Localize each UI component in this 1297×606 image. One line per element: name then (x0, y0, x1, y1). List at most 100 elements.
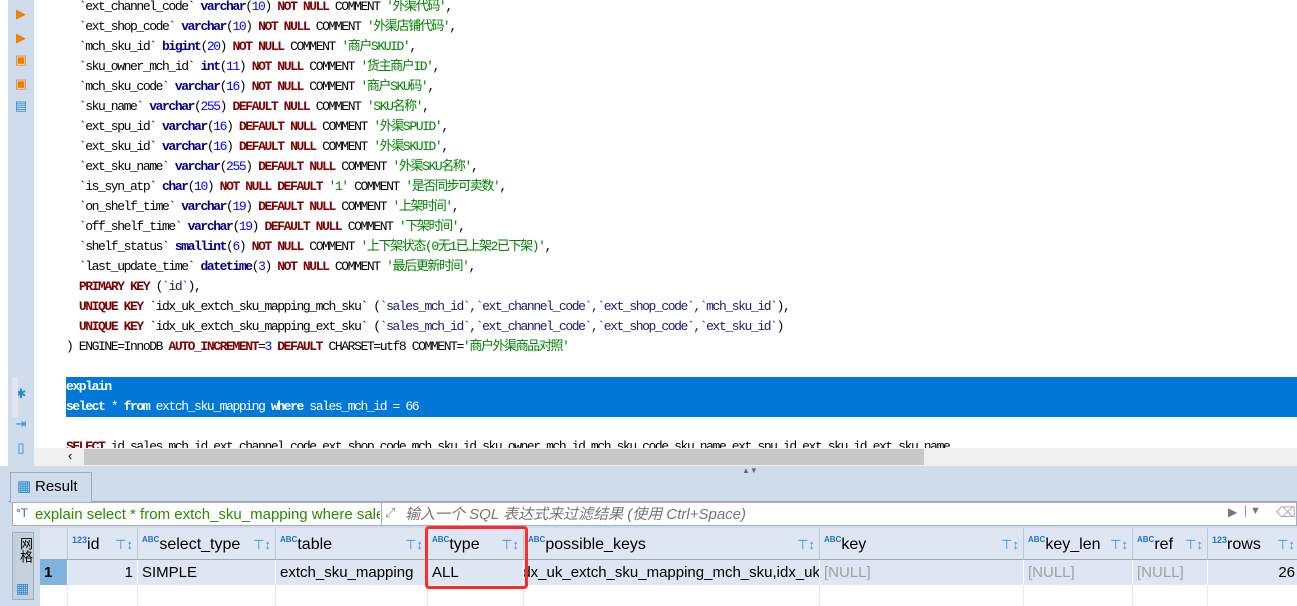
code-token: ) (226, 139, 239, 154)
code-line: ) ENGINE=InnoDB AUTO_INCREMENT=3 DEFAULT… (66, 337, 570, 357)
code-token: SELECT (66, 439, 106, 448)
scroll-left-icon[interactable]: ‹ (68, 448, 72, 463)
execute-script-icon[interactable]: ▣ (13, 52, 29, 68)
code-token: * (104, 399, 124, 414)
text-type-icon: ABC (1137, 535, 1155, 544)
tab-label: Result (35, 478, 78, 495)
code-token: '商户外渠商品对照' (462, 339, 570, 354)
code-token: `sales_mch_id`,`ext_channel_code`,`ext_s… (379, 319, 778, 334)
code-token: ) (219, 99, 233, 114)
code-token: , (468, 259, 477, 274)
column-header-key-len[interactable]: ABCkey_len ⊤↕ (1024, 528, 1133, 560)
code-token: `sku_name` (66, 99, 150, 114)
empty-cell (68, 585, 138, 606)
grid-view-toggle[interactable]: 网格 ▦ (12, 532, 34, 600)
column-name: id (87, 536, 100, 553)
table-cell[interactable]: 26 (1208, 560, 1297, 585)
column-header-key[interactable]: ABCkey ⊤↕ (820, 528, 1024, 560)
table-cell[interactable]: idx_uk_extch_sku_mapping_mch_sku,idx_uk_… (524, 560, 820, 585)
code-token: varchar (149, 99, 195, 114)
execute-icon[interactable]: ▶ (13, 6, 29, 22)
code-token: , (441, 139, 449, 154)
code-token: 255 (200, 99, 221, 114)
filter-sort-icon[interactable]: ⊤↕ (797, 528, 815, 559)
filter-sort-icon[interactable]: ⊤↕ (253, 528, 271, 559)
text-type-icon: ABC (528, 535, 546, 544)
filter-sort-icon[interactable]: ⊤↕ (1110, 528, 1128, 559)
apply-filter-icon[interactable]: ▶ (1228, 505, 1237, 519)
expand-icon[interactable]: ⤢ (385, 505, 395, 521)
code-token: COMMENT (283, 39, 342, 54)
error-log-icon[interactable]: ▯ (13, 440, 29, 456)
filter-input[interactable] (405, 504, 1215, 524)
column-header-table[interactable]: ABCtable ⊤↕ (276, 528, 428, 560)
table-cell[interactable]: SIMPLE (138, 560, 276, 585)
code-token: ) (238, 59, 252, 74)
code-token: '是否同步可卖数' (405, 179, 500, 194)
tab-result[interactable]: ▦ Result ✕ (10, 472, 92, 522)
code-token: COMMENT (315, 139, 374, 154)
code-token: varchar (187, 219, 234, 234)
code-token: `last_update_time` (66, 259, 201, 274)
execute-script-new-tab-icon[interactable]: ▣ (13, 76, 29, 92)
empty-cell (1024, 585, 1133, 606)
column-header-select-type[interactable]: ABCselect_type ⊤↕ (138, 528, 276, 560)
sql-editor[interactable]: `ext_channel_code` varchar (10) NOT NULL … (34, 0, 1297, 448)
scrollbar-thumb[interactable] (84, 449, 924, 465)
filter-sort-icon[interactable]: ⊤↕ (405, 528, 423, 559)
empty-cell (40, 585, 68, 606)
column-name: select_type (159, 536, 241, 553)
code-token: varchar (162, 119, 208, 134)
code-token: ( (149, 279, 164, 294)
code-token: CHARSET=utf8 COMMENT= (322, 339, 464, 354)
code-token: '下架时间' (398, 219, 460, 234)
text-type-icon: ABC (142, 535, 160, 544)
empty-cell (138, 585, 276, 606)
execute-new-tab-icon[interactable]: ▶ (13, 30, 29, 46)
filter-sort-icon[interactable]: ⊤↕ (1277, 528, 1295, 559)
table-cell[interactable]: [NULL] (1133, 560, 1208, 585)
code-token: ), (776, 299, 791, 314)
code-token: ) (219, 39, 233, 54)
code-line: explain (66, 377, 112, 397)
filter-history-dropdown[interactable]: ▼ (1245, 505, 1261, 517)
filter-sort-icon[interactable]: ⊤↕ (1185, 528, 1203, 559)
code-token: '上下架状态(0无1已上架2已下架)' (360, 239, 546, 254)
code-token: COMMENT (334, 159, 393, 174)
code-token: smallint (174, 239, 228, 254)
empty-cell (1208, 585, 1297, 606)
table-cell[interactable]: [NULL] (820, 560, 1024, 585)
code-token: ) (245, 199, 259, 214)
column-header-rows[interactable]: 123rows ⊤↕ (1208, 528, 1297, 560)
column-header-possible-keys[interactable]: ABCpossible_keys ⊤↕ (524, 528, 820, 560)
clear-filter-icon[interactable]: ⌫ (1276, 504, 1296, 521)
code-token: ) (245, 19, 259, 34)
code-token: ) (776, 319, 785, 334)
column-header-ref[interactable]: ABCref ⊤↕ (1133, 528, 1208, 560)
table-cell[interactable]: extch_sku_mapping (276, 560, 428, 585)
code-token: '外渠SKU名称' (392, 159, 473, 174)
row-number[interactable]: 1 (40, 560, 68, 585)
table-cell[interactable]: [NULL] (1024, 560, 1133, 585)
empty-cell (276, 585, 428, 606)
code-token: `is_syn_atp` (66, 179, 163, 194)
code-token: '外渠SKUID' (373, 139, 442, 154)
code-token: '商户SKUID' (341, 39, 410, 54)
code-line: `shelf_status` smallint(6) NOT NULL COMM… (66, 237, 553, 257)
code-line: UNIQUE KEY `idx_uk_extch_sku_mapping_mch… (66, 297, 791, 317)
filter-sort-icon[interactable]: ⊤↕ (1001, 528, 1019, 559)
explain-plan-icon[interactable]: ▤ (13, 98, 29, 114)
code-token: ) (238, 79, 252, 94)
horizontal-scrollbar[interactable]: ‹ (34, 448, 1297, 466)
table-cell[interactable]: 1 (68, 560, 138, 585)
line-marker (12, 377, 18, 417)
filter-sort-icon[interactable]: ⊤↕ (115, 528, 133, 559)
code-line: PRIMARY KEY (`id`), (66, 277, 202, 297)
code-token: `sales_mch_id`,`ext_channel_code`,`ext_s… (379, 299, 778, 314)
export-icon[interactable]: ⇥ (13, 416, 29, 432)
code-token: , (445, 0, 453, 14)
code-line: select * from extch_sku_mapping where sa… (66, 397, 425, 417)
code-token: '外渠SPUID' (373, 119, 442, 134)
code-line: `ext_sku_id` varchar(16) DEFAULT NULL CO… (66, 137, 449, 157)
column-header-id[interactable]: 123id ⊤↕ (68, 528, 138, 560)
